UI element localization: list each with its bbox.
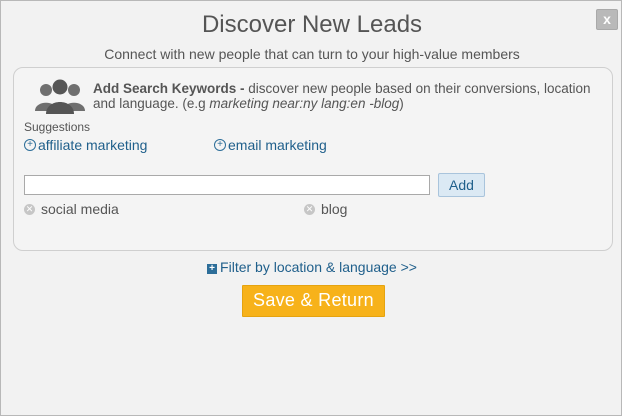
suggestion-label: affiliate marketing [38,137,148,153]
filter-location-language-link[interactable]: + Filter by location & language >> [1,259,622,275]
remove-icon[interactable]: ✕ [24,203,35,215]
instructions-example: marketing near:ny lang:en -blog [209,96,400,111]
plus-circle-icon: + [214,139,226,151]
suggestions-label: Suggestions [24,120,91,134]
suggestion-email-marketing[interactable]: + email marketing [214,137,327,153]
keyword-label: blog [321,201,348,217]
discover-leads-dialog: x Discover New Leads Connect with new pe… [0,0,622,416]
keywords-panel: Add Search Keywords - discover new peopl… [13,67,613,251]
remove-icon[interactable]: ✕ [304,203,315,215]
suggestion-label: email marketing [228,137,327,153]
keyword-label: social media [41,201,119,217]
plus-box-icon: + [207,264,218,274]
keyword-item-blog: ✕ blog [304,201,347,217]
suggestion-affiliate-marketing[interactable]: + affiliate marketing [24,137,147,153]
dialog-subtitle: Connect with new people that can turn to… [104,46,520,62]
keyword-item-social-media: ✕ social media [24,201,119,217]
filter-link-label: Filter by location & language >> [220,259,417,275]
dialog-title: Discover New Leads [201,11,423,38]
save-and-return-button[interactable]: Save & Return [242,285,385,317]
instructions-end: ) [399,96,404,111]
plus-circle-icon: + [24,139,36,151]
keyword-input[interactable] [24,175,430,195]
instructions-heading: Add Search Keywords - [93,81,245,96]
people-group-icon [35,79,85,114]
instructions-text: Add Search Keywords - discover new peopl… [93,81,593,111]
add-keyword-button[interactable]: Add [438,173,485,197]
